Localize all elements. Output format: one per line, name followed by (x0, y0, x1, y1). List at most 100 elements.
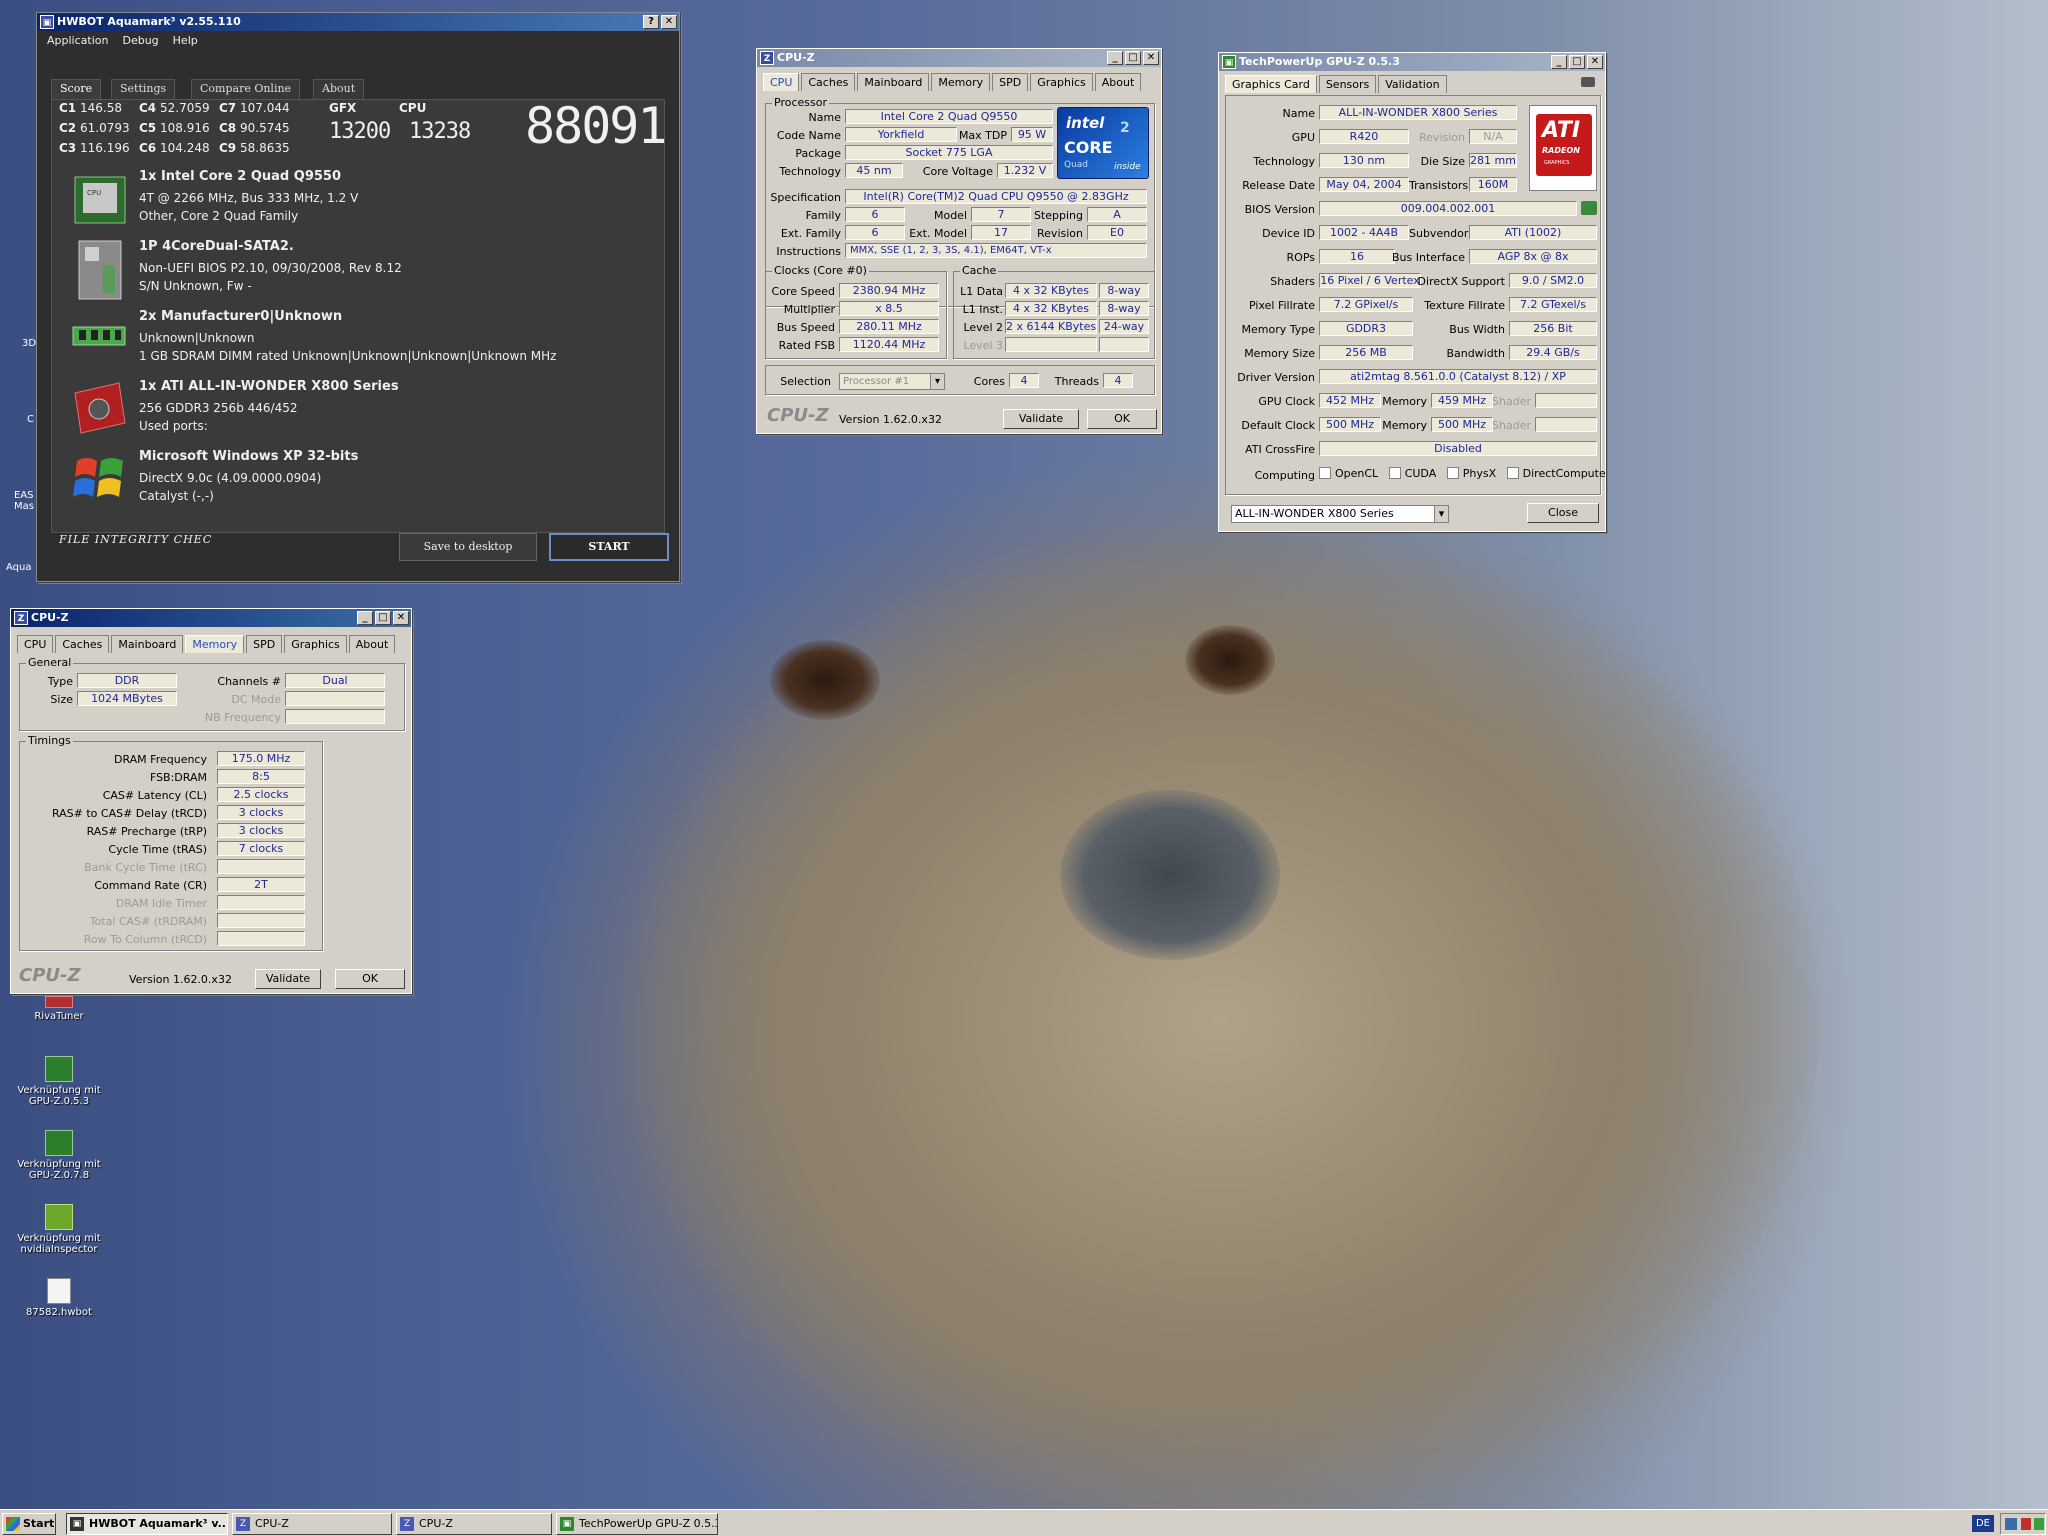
language-indicator[interactable]: DE (1972, 1515, 1994, 1532)
chevron-down-icon[interactable]: ▾ (1434, 506, 1448, 522)
chevron-down-icon[interactable]: ▾ (930, 374, 944, 389)
tab-graphics[interactable]: Graphics (284, 635, 347, 653)
timing-label: DRAM Idle Timer (115, 897, 207, 910)
desktop-icon-label: 87582.hwbot (26, 1307, 92, 1318)
close-icon[interactable]: ✕ (393, 611, 409, 625)
taskbar-item-aquamark[interactable]: ▣ HWBOT Aquamark³ v... (66, 1513, 228, 1535)
nvidia-inspector-icon (45, 1204, 73, 1230)
tab-settings[interactable]: Settings (111, 79, 176, 99)
maximize-icon[interactable]: □ (1569, 55, 1585, 69)
rops-value: 16 (1319, 249, 1395, 264)
bus-speed-label: Bus Speed (776, 321, 835, 334)
logo-text: GRAPHICS (1544, 160, 1570, 166)
tab-compare-online[interactable]: Compare Online (191, 79, 301, 99)
bios-save-icon[interactable] (1581, 201, 1597, 215)
desktop-icon-gpuz-053[interactable]: Verknüpfung mit GPU-Z.0.5.3 (14, 1056, 104, 1107)
tab-graphics-card[interactable]: Graphics Card (1225, 75, 1317, 93)
tab-score[interactable]: Score (51, 79, 102, 99)
tab-memory[interactable]: Memory (185, 635, 245, 653)
window-title: HWBOT Aquamark³ v2.55.110 (57, 15, 241, 28)
menu-help[interactable]: Help (173, 34, 198, 47)
tab-about[interactable]: About (348, 635, 396, 653)
tray-volume-icon[interactable] (2021, 1518, 2031, 1530)
tray-network-icon[interactable] (2005, 1518, 2017, 1530)
tab-mainboard[interactable]: Mainboard (857, 73, 930, 91)
release-date-label: Release Date (1242, 179, 1315, 192)
tray-app-icon[interactable] (2034, 1518, 2044, 1530)
close-button[interactable]: Close (1527, 503, 1599, 523)
cpuz-memory-window: Z CPU-Z _ □ ✕ CPU Caches Mainboard Memor… (10, 608, 412, 994)
bios-version-value: 009.004.002.001 (1319, 201, 1577, 216)
camera-icon[interactable] (1581, 77, 1595, 87)
taskbar-item-cpuz[interactable]: Z CPU-Z (232, 1513, 392, 1535)
menu-debug[interactable]: Debug (122, 34, 158, 47)
directcompute-checkbox[interactable]: DirectCompute (1506, 467, 1606, 480)
card-select[interactable]: ALL-IN-WONDER X800 Series ▾ (1231, 505, 1449, 523)
maximize-icon[interactable]: □ (375, 611, 391, 625)
bios-version-label: BIOS Version (1244, 203, 1315, 216)
desktop-icon-gpuz-078[interactable]: Verknüpfung mit GPU-Z.0.7.8 (14, 1130, 104, 1181)
tab-spd[interactable]: SPD (992, 73, 1029, 91)
desktop-icon-rivatuner[interactable]: RivaTuner (14, 996, 104, 1022)
validate-button[interactable]: Validate (255, 969, 321, 989)
tab-caches[interactable]: Caches (801, 73, 856, 91)
windows-start-icon (6, 1517, 20, 1531)
window-title: TechPowerUp GPU-Z 0.5.3 (1239, 55, 1400, 68)
minimize-icon[interactable]: _ (357, 611, 373, 625)
tab-caches[interactable]: Caches (55, 635, 110, 653)
start-button[interactable]: START (549, 533, 669, 561)
dc-mode-label: DC Mode (231, 693, 281, 706)
close-icon[interactable]: ✕ (661, 15, 677, 29)
desktop-icon-hwbot-file[interactable]: 87582.hwbot (14, 1278, 104, 1318)
cpuz-cpu-titlebar[interactable]: Z CPU-Z _ □ ✕ (757, 49, 1161, 67)
minimize-icon[interactable]: _ (1107, 51, 1123, 65)
taskbar-item-label: HWBOT Aquamark³ v... (89, 1517, 228, 1530)
ok-button[interactable]: OK (1087, 409, 1157, 429)
dc-mode-value (285, 691, 385, 706)
physx-checkbox[interactable]: PhysX (1446, 467, 1496, 480)
cpuz-memory-titlebar[interactable]: Z CPU-Z _ □ ✕ (11, 609, 411, 627)
close-icon[interactable]: ✕ (1143, 51, 1159, 65)
tab-memory[interactable]: Memory (931, 73, 991, 91)
gpuz-titlebar[interactable]: ▣ TechPowerUp GPU-Z 0.5.3 _ □ ✕ (1219, 53, 1605, 71)
ok-button[interactable]: OK (335, 969, 405, 989)
processor-select[interactable]: Processor #1 ▾ (839, 373, 945, 390)
tab-sensors[interactable]: Sensors (1318, 75, 1377, 93)
desktop-partial-label: 3D (22, 338, 37, 349)
close-icon[interactable]: ✕ (1587, 55, 1603, 69)
taskbar-item-gpuz[interactable]: ▣ TechPowerUp GPU-Z 0.5.3 (556, 1513, 718, 1535)
tab-about[interactable]: About (313, 79, 365, 99)
minimize-icon[interactable]: _ (1551, 55, 1567, 69)
help-icon[interactable]: ? (643, 15, 659, 29)
hw-line: Used ports: (139, 419, 208, 433)
tab-validation[interactable]: Validation (1378, 75, 1447, 93)
default-clock-label: Default Clock (1241, 419, 1315, 432)
die-size-value: 281 mm² (1469, 153, 1517, 168)
tab-spd[interactable]: SPD (246, 635, 283, 653)
menu-application[interactable]: Application (47, 34, 108, 47)
taskbar-item-cpuz[interactable]: Z CPU-Z (396, 1513, 552, 1535)
validate-button[interactable]: Validate (1003, 409, 1079, 429)
tab-cpu[interactable]: CPU (763, 73, 800, 91)
photo-eye-right (1185, 625, 1275, 695)
pixel-fillrate-value: 7.2 GPixel/s (1319, 297, 1413, 312)
cpuz-task-icon: Z (236, 1517, 250, 1531)
maximize-icon[interactable]: □ (1125, 51, 1141, 65)
opencl-checkbox[interactable]: OpenCL (1319, 467, 1378, 480)
tab-mainboard[interactable]: Mainboard (111, 635, 184, 653)
tab-graphics[interactable]: Graphics (1030, 73, 1093, 91)
start-menu-button[interactable]: Start (2, 1513, 56, 1535)
tab-about[interactable]: About (1094, 73, 1142, 91)
group-title: Clocks (Core #0) (772, 264, 869, 277)
name-label: Name (1282, 107, 1315, 120)
aquamark-titlebar[interactable]: ▣ HWBOT Aquamark³ v2.55.110 ? ✕ (37, 13, 679, 31)
directx-support-label: DirectX Support (1417, 275, 1505, 288)
desktop-icon-nvidiainspector[interactable]: Verknüpfung mit nvidiaInspector (14, 1204, 104, 1255)
tab-cpu[interactable]: CPU (17, 635, 54, 653)
technology-label: Technology (1253, 155, 1315, 168)
ext-model-value: 17 (971, 225, 1031, 240)
cuda-checkbox[interactable]: CUDA (1388, 467, 1436, 480)
save-to-desktop-button[interactable]: Save to desktop (399, 533, 537, 561)
cpuz-tabs: CPU Caches Mainboard Memory SPD Graphics… (17, 635, 396, 653)
file-integrity-status: FILE INTEGRITY CHEC (59, 533, 213, 546)
